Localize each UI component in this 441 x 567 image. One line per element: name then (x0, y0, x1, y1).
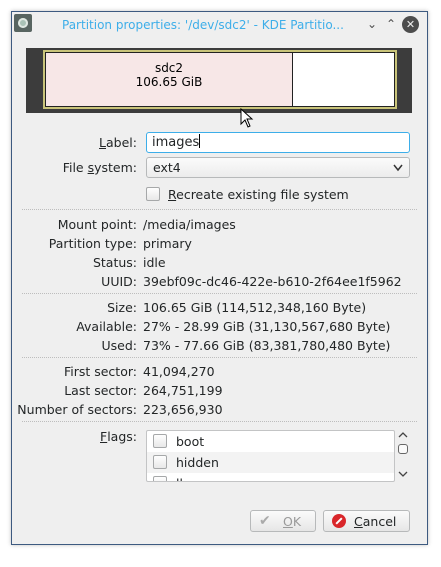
number-of-sectors-value: 223,656,930 (143, 402, 223, 417)
label-caption: Label: (99, 135, 137, 150)
chevron-down-icon (393, 164, 403, 172)
window-title: Partition properties: '/dev/sdc2' - KDE … (62, 18, 344, 32)
checkmark-icon: ✔ (259, 513, 271, 529)
last-sector-value: 264,751,199 (143, 383, 223, 398)
title-bar[interactable]: Partition properties: '/dev/sdc2' - KDE … (12, 12, 427, 38)
first-sector-label: First sector: (63, 364, 137, 379)
scroll-up-icon[interactable] (397, 431, 409, 439)
file-system-value: ext4 (153, 160, 181, 175)
flag-item-boot[interactable]: boot (147, 431, 394, 452)
mount-point-value: /media/images (143, 217, 236, 232)
flags-list[interactable]: boot hidden lba (146, 430, 395, 482)
file-system-caption: File system: (62, 160, 137, 175)
status-label: Status: (92, 255, 137, 270)
flag-label: boot (176, 434, 205, 449)
partition-name: sdc2 (154, 61, 184, 75)
mouse-pointer-icon (240, 108, 254, 128)
size-value: 106.65 GiB (114,512,348,160 Byte) (143, 300, 367, 315)
status-value: idle (143, 255, 166, 270)
partition-size: 106.65 GiB (135, 75, 203, 89)
close-button[interactable]: ✕ (402, 16, 419, 33)
partition-manager-app-icon[interactable] (14, 14, 32, 32)
cancel-button[interactable]: Cancel (323, 510, 410, 532)
flag-label: hidden (176, 455, 219, 470)
number-of-sectors-label: Number of sectors: (17, 402, 137, 417)
size-label: Size: (107, 300, 137, 315)
ok-button[interactable]: ✔ OK (250, 510, 316, 532)
first-sector-value: 41,094,270 (143, 364, 215, 379)
text-caret (199, 134, 201, 148)
flag-item-hidden[interactable]: hidden (147, 452, 394, 473)
scrollbar-handle[interactable] (398, 444, 408, 454)
separator (22, 209, 417, 210)
available-label: Available: (76, 319, 137, 334)
uuid-value: 39ebf09c-dc46-422e-b610-2f64ee1f5962 (143, 274, 402, 289)
uuid-label: UUID: (101, 274, 137, 289)
partition-type-label: Partition type: (48, 236, 137, 251)
mount-point-label: Mount point: (57, 217, 137, 232)
flag-checkbox[interactable] (153, 455, 167, 469)
ok-button-label: OK (283, 513, 302, 529)
disk-bar: sdc2 106.65 GiB (43, 50, 397, 109)
partition-type-value: primary (143, 236, 192, 251)
cancel-button-label: Cancel (354, 513, 397, 529)
flags-scrollbar[interactable] (396, 430, 410, 482)
flags-caption: Flags: (100, 429, 137, 444)
scroll-down-icon[interactable] (397, 470, 409, 478)
flag-checkbox[interactable] (153, 476, 167, 481)
cancel-icon (332, 514, 346, 528)
separator (22, 421, 417, 422)
maximize-button[interactable]: ⌃ (383, 16, 399, 32)
used-label: Used: (101, 338, 138, 353)
file-system-select[interactable]: ext4 (146, 157, 410, 178)
partition-properties-dialog: Partition properties: '/dev/sdc2' - KDE … (11, 11, 428, 545)
partition-segment: sdc2 106.65 GiB (45, 52, 293, 107)
flag-item-lba[interactable]: lba (147, 473, 394, 481)
available-value: 27% - 28.99 GiB (31,130,567,680 Byte) (143, 319, 391, 334)
label-input-value: images (152, 135, 200, 150)
flag-label: lba (176, 476, 195, 481)
partition-graph: sdc2 106.65 GiB (26, 48, 412, 113)
flag-checkbox[interactable] (153, 434, 167, 448)
recreate-filesystem-label[interactable]: Recreate existing file system (168, 187, 349, 202)
separator (22, 357, 417, 358)
label-input[interactable]: images (146, 132, 410, 153)
last-sector-label: Last sector: (64, 383, 137, 398)
recreate-filesystem-checkbox[interactable] (146, 187, 160, 201)
separator (22, 293, 417, 294)
used-value: 73% - 77.66 GiB (83,381,780,480 Byte) (143, 338, 391, 353)
minimize-button[interactable]: ⌄ (364, 16, 380, 32)
unallocated-segment (293, 52, 395, 107)
